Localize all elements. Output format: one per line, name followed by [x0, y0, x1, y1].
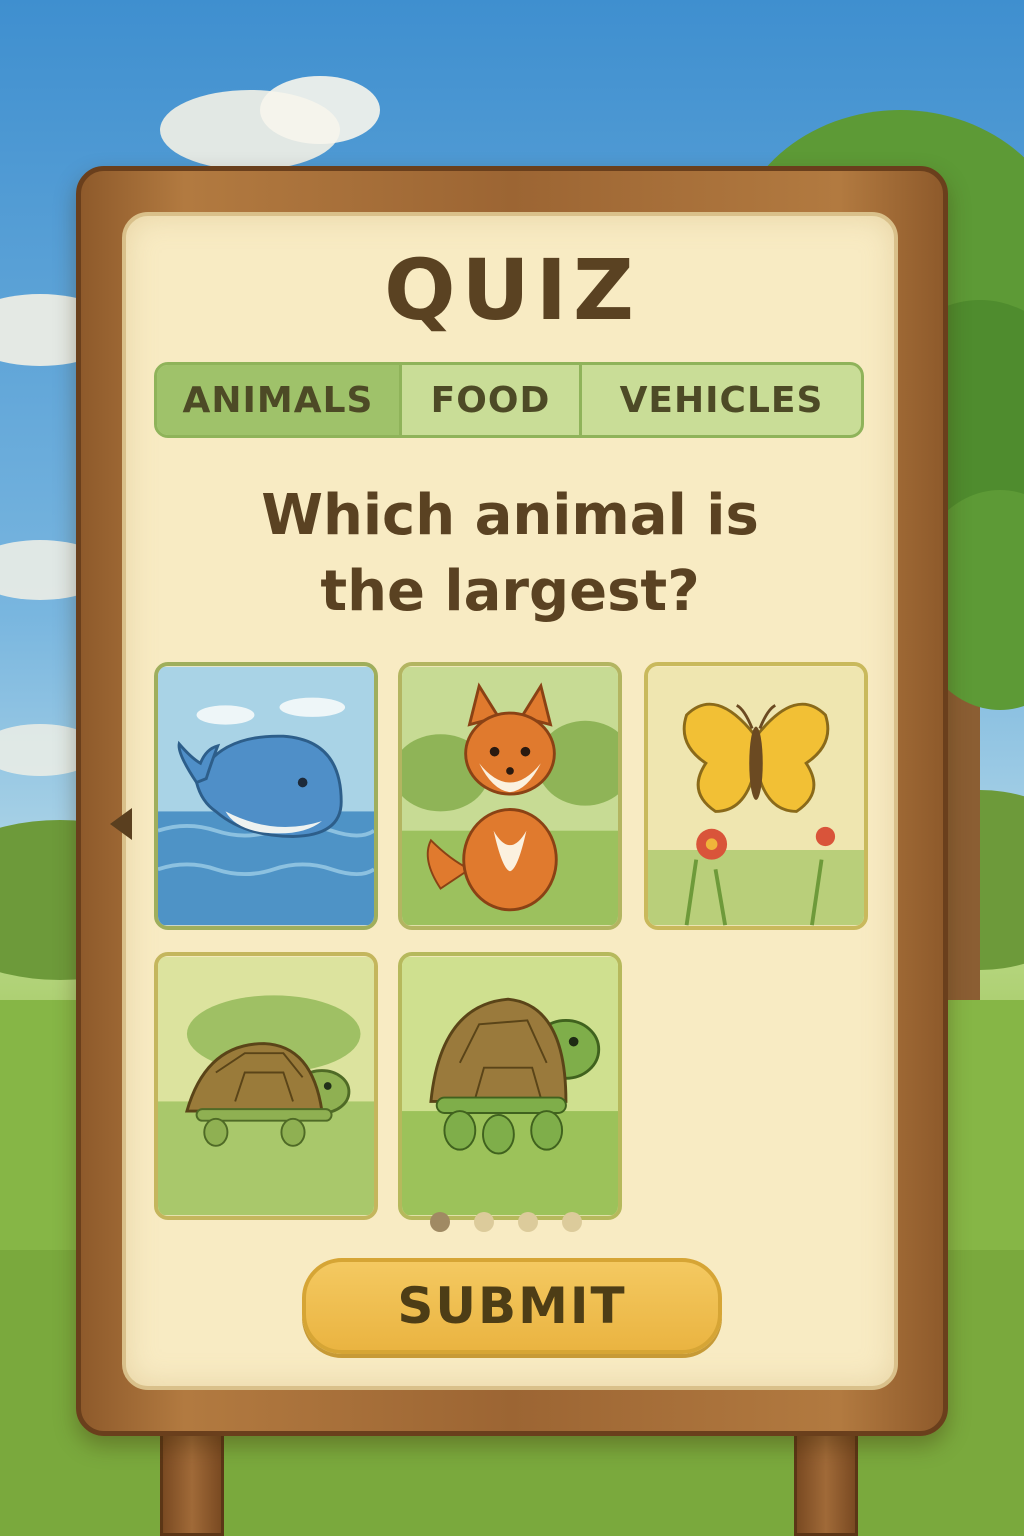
tab-vehicles[interactable]: VEHICLES [579, 365, 861, 435]
question-line-1: Which animal is [261, 483, 759, 548]
answer-card-fox[interactable] [398, 662, 622, 930]
turtle-icon [402, 956, 618, 1216]
pagination-dot[interactable] [430, 1212, 450, 1232]
butterfly-icon [648, 666, 864, 926]
question-text: Which animal is the largest? [150, 478, 870, 630]
board-post-right [794, 1420, 858, 1536]
answer-card-tortoise[interactable] [154, 952, 378, 1220]
tab-food[interactable]: FOOD [399, 365, 579, 435]
pagination-dots [430, 1212, 582, 1232]
answer-card-whale[interactable] [154, 662, 378, 930]
answer-card-turtle[interactable] [398, 952, 622, 1220]
board-post-left [160, 1420, 224, 1536]
tab-animals[interactable]: ANIMALS [157, 365, 399, 435]
question-line-2: the largest? [320, 559, 700, 624]
pagination-dot[interactable] [474, 1212, 494, 1232]
tortoise-icon [158, 956, 374, 1216]
pagination-dot[interactable] [518, 1212, 538, 1232]
fox-icon [402, 666, 618, 926]
category-tabs: ANIMALS FOOD VEHICLES [154, 362, 864, 438]
whale-icon [158, 666, 374, 926]
submit-button[interactable]: SUBMIT [302, 1258, 722, 1354]
answer-card-butterfly[interactable] [644, 662, 868, 930]
previous-arrow-icon[interactable] [110, 808, 132, 840]
page-title: QUIZ [384, 241, 640, 339]
pagination-dot[interactable] [562, 1212, 582, 1232]
